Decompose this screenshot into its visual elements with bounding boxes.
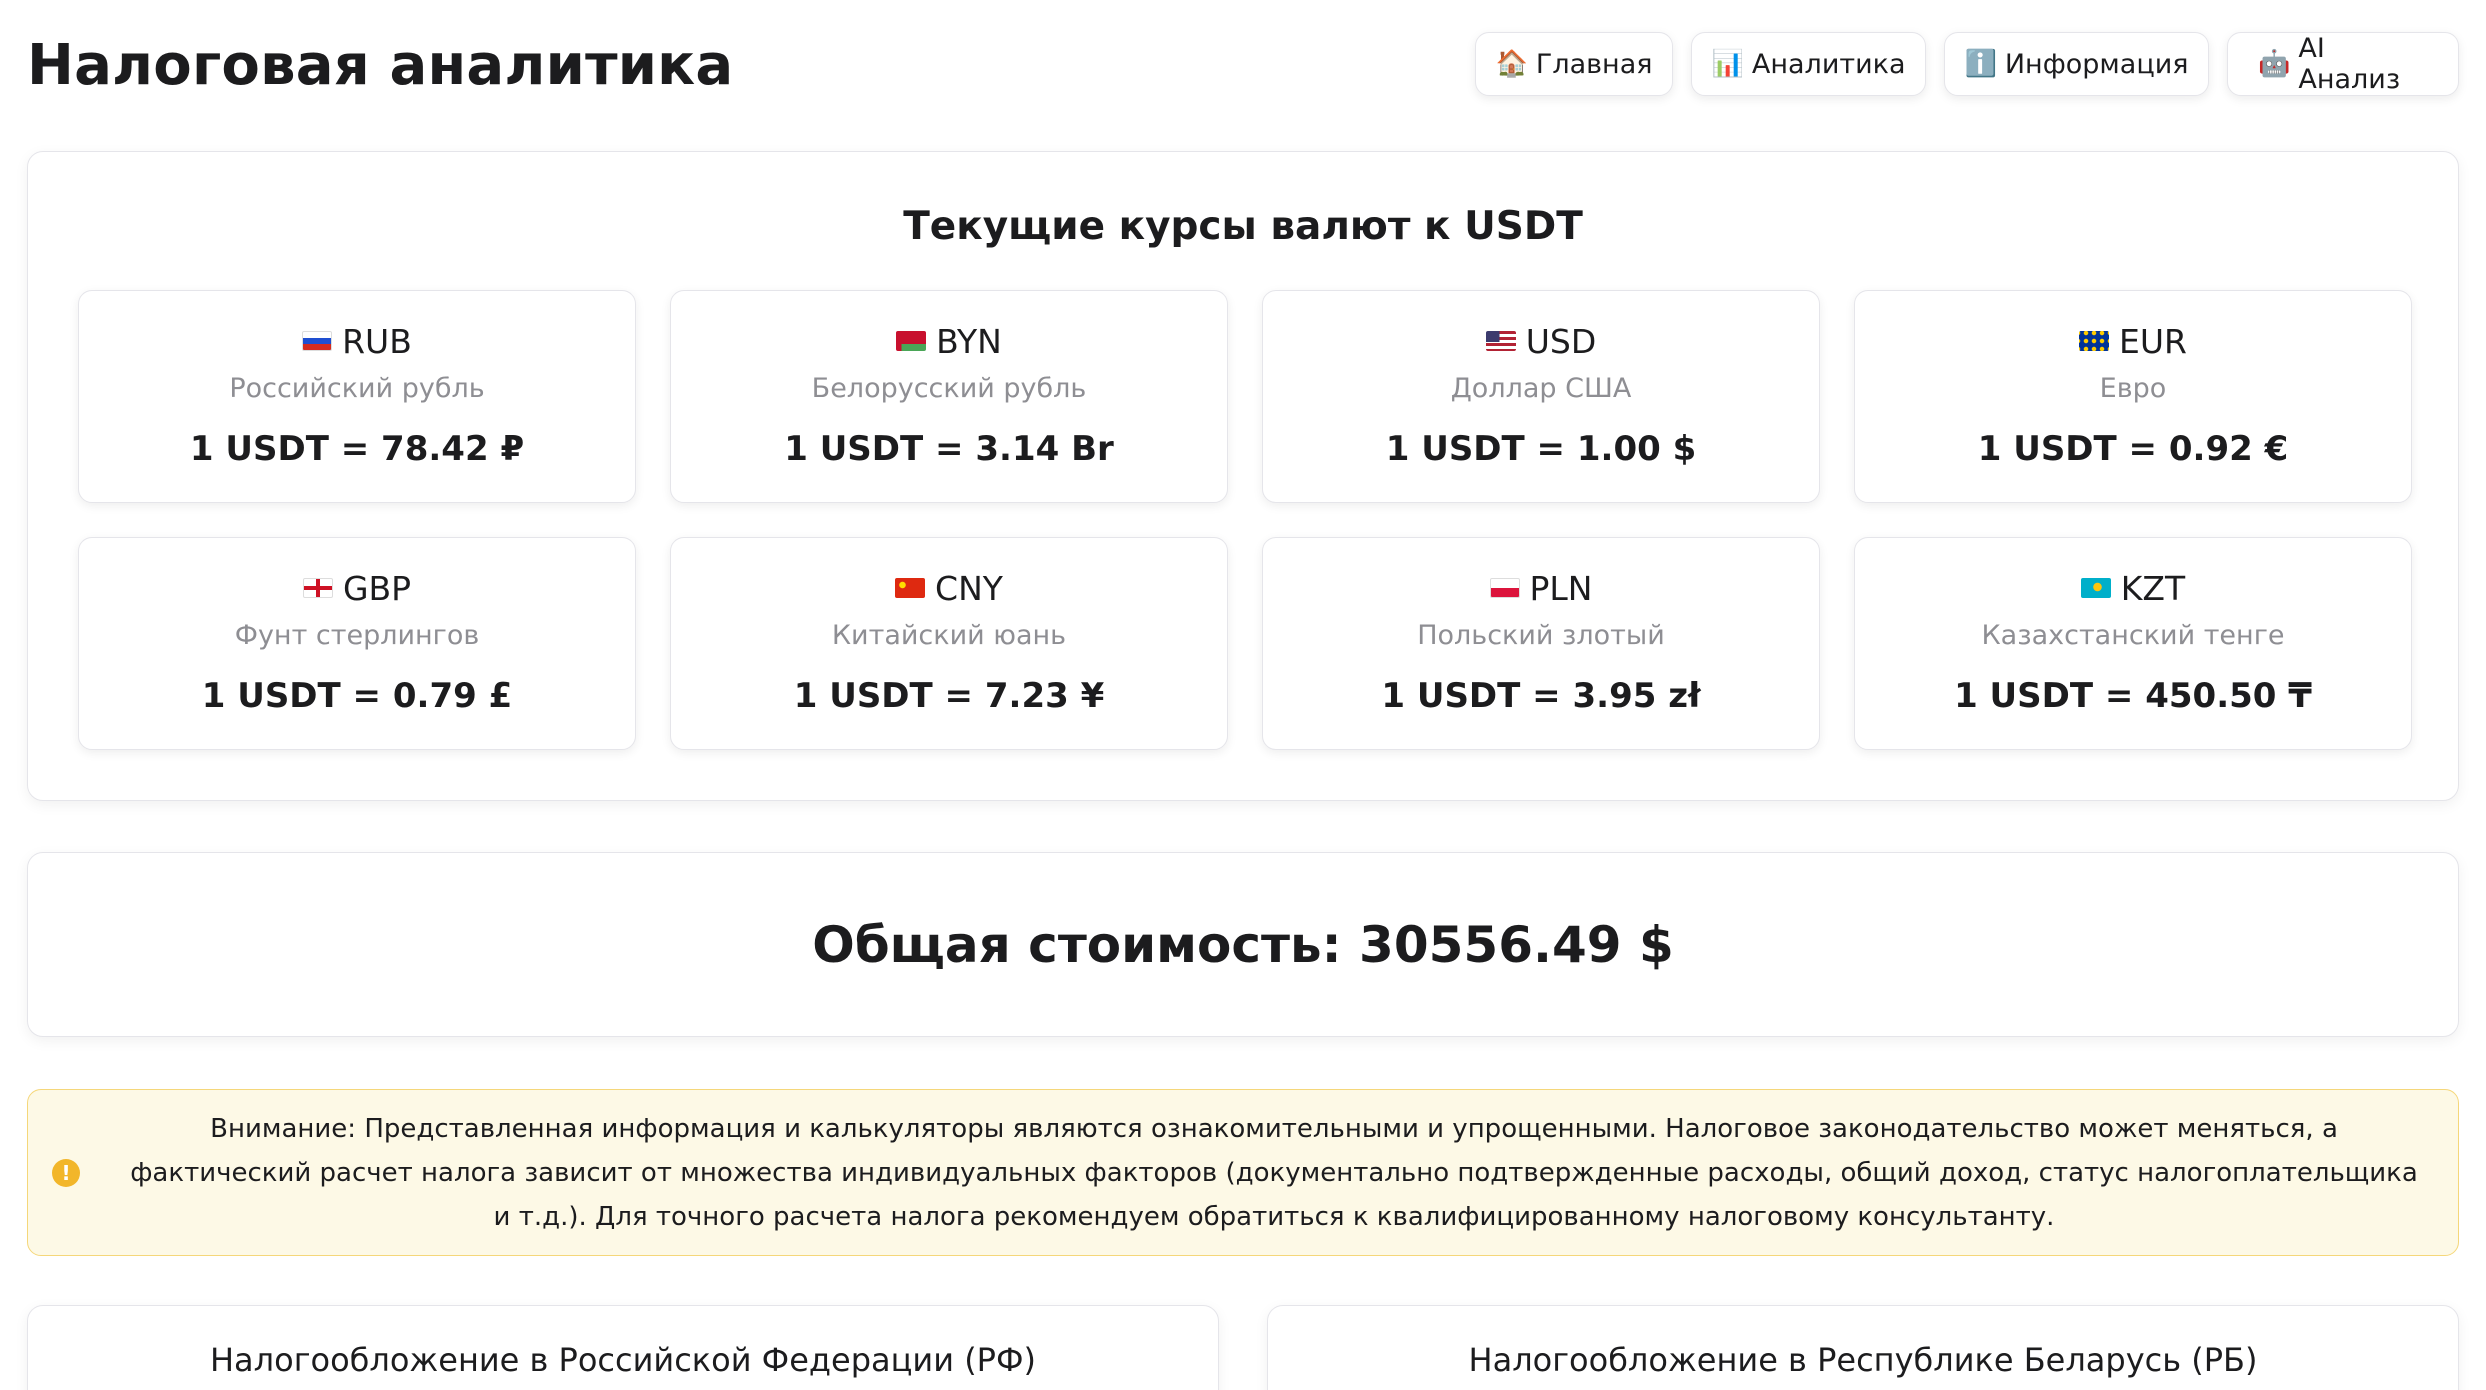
rate-currency-name: Доллар США xyxy=(1450,373,1632,404)
nav-analytics-button[interactable]: 📊 Аналитика xyxy=(1691,32,1926,96)
rate-code: PLN xyxy=(1529,568,1593,608)
russia-flag-icon xyxy=(302,331,333,351)
rate-value: 1 USDT = 1.00 $ xyxy=(1385,429,1697,469)
house-icon: 🏠 xyxy=(1495,49,1528,79)
eu-flag-icon xyxy=(2079,331,2110,351)
top-navigation: 🏠 Главная 📊 Аналитика ℹ️ Информация 🤖 AI… xyxy=(1475,32,2459,96)
rate-code: EUR xyxy=(2119,321,2187,361)
kazakhstan-flag-icon xyxy=(2080,578,2111,598)
disclaimer-alert: ! Внимание: Представленная информация и … xyxy=(27,1089,2459,1256)
tax-section-russia-title: Налогообложение в Российской Федерации (… xyxy=(209,1341,1036,1379)
usa-flag-icon xyxy=(1485,331,1516,351)
rate-currency-name: Польский злотый xyxy=(1417,620,1665,651)
rate-card-cny: CNY Китайский юань 1 USDT = 7.23 ¥ xyxy=(670,537,1228,750)
rate-currency-name: Российский рубль xyxy=(229,373,485,404)
rate-card-pln: PLN Польский злотый 1 USDT = 3.95 zł xyxy=(1262,537,1820,750)
rate-card-rub: RUB Российский рубль 1 USDT = 78.42 ₽ xyxy=(78,290,636,503)
tax-section-russia: Налогообложение в Российской Федерации (… xyxy=(27,1305,1219,1390)
england-flag-icon xyxy=(302,578,333,598)
rate-currency-name: Казахстанский тенге xyxy=(1981,620,2285,651)
page-title: Налоговая аналитика xyxy=(27,33,734,98)
warning-icon: ! xyxy=(52,1158,80,1187)
rate-value: 1 USDT = 0.92 € xyxy=(1977,429,2289,469)
rate-code: GBP xyxy=(342,568,412,608)
rate-currency-name: Белорусский рубль xyxy=(811,373,1087,404)
rate-value: 1 USDT = 450.50 ₸ xyxy=(1954,676,2312,716)
rate-currency-name: Китайский юань xyxy=(831,620,1067,651)
rate-code: BYN xyxy=(936,321,1002,361)
nav-home-button[interactable]: 🏠 Главная xyxy=(1475,32,1673,96)
nav-info-label: Информация xyxy=(2004,48,2189,80)
rate-card-eur: EUR Евро 1 USDT = 0.92 € xyxy=(1854,290,2412,503)
china-flag-icon xyxy=(895,578,926,598)
nav-ai-analysis-button[interactable]: 🤖 AI Анализ xyxy=(2227,32,2459,96)
rate-value: 1 USDT = 78.42 ₽ xyxy=(189,429,525,469)
nav-home-label: Главная xyxy=(1535,48,1653,80)
total-value-panel: Общая стоимость: 30556.49 $ xyxy=(27,852,2459,1037)
rate-value: 1 USDT = 0.79 £ xyxy=(201,676,513,716)
bar-chart-icon: 📊 xyxy=(1711,49,1744,79)
rate-card-usd: USD Доллар США 1 USDT = 1.00 $ xyxy=(1262,290,1820,503)
info-icon: ℹ️ xyxy=(1964,49,1997,79)
disclaimer-label: Внимание: xyxy=(210,1113,357,1144)
disclaimer-text: Внимание: Представленная информация и ка… xyxy=(80,1107,2428,1239)
rate-card-gbp: GBP Фунт стерлингов 1 USDT = 0.79 £ xyxy=(78,537,636,750)
tax-section-belarus-title: Налогообложение в Республике Беларусь (Р… xyxy=(1468,1341,2258,1379)
rate-value: 1 USDT = 3.95 zł xyxy=(1381,676,1701,716)
tax-section-belarus: Налогообложение в Республике Беларусь (Р… xyxy=(1267,1305,2459,1390)
rate-code: RUB xyxy=(342,321,412,361)
exchange-rates-title: Текущие курсы валют к USDT xyxy=(903,204,1583,249)
nav-ai-analysis-label: AI Анализ xyxy=(2298,33,2401,95)
rate-currency-name: Евро xyxy=(2099,373,2167,404)
exchange-rates-panel: Текущие курсы валют к USDT RUB Российски… xyxy=(27,151,2459,801)
rate-value: 1 USDT = 3.14 Br xyxy=(784,429,1114,469)
robot-icon: 🤖 xyxy=(2258,49,2291,79)
rate-code: USD xyxy=(1525,321,1597,361)
nav-analytics-label: Аналитика xyxy=(1751,48,1906,80)
poland-flag-icon xyxy=(1489,578,1520,598)
exchange-rates-grid: RUB Российский рубль 1 USDT = 78.42 ₽ BY… xyxy=(78,290,2412,750)
belarus-flag-icon xyxy=(896,331,927,351)
total-value: Общая стоимость: 30556.49 $ xyxy=(812,915,1674,974)
rate-card-kzt: KZT Казахстанский тенге 1 USDT = 450.50 … xyxy=(1854,537,2412,750)
rate-currency-name: Фунт стерлингов xyxy=(234,620,480,651)
rate-code: CNY xyxy=(935,568,1003,608)
rate-card-byn: BYN Белорусский рубль 1 USDT = 3.14 Br xyxy=(670,290,1228,503)
rate-code: KZT xyxy=(2120,568,2186,608)
disclaimer-body: Представленная информация и калькуляторы… xyxy=(130,1113,2418,1232)
nav-info-button[interactable]: ℹ️ Информация xyxy=(1944,32,2209,96)
rate-value: 1 USDT = 7.23 ¥ xyxy=(793,676,1105,716)
